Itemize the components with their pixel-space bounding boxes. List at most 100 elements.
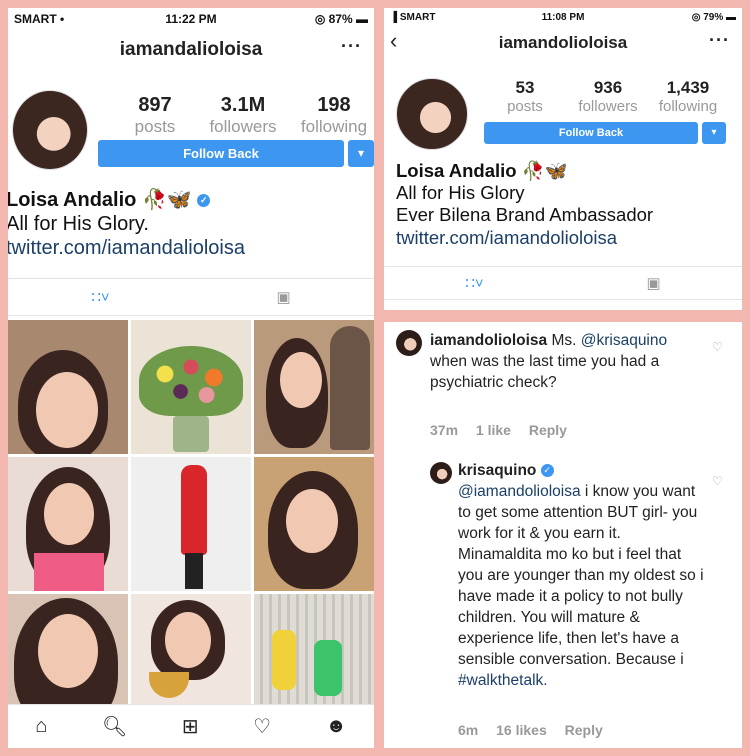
- photo-face: [165, 612, 211, 668]
- comment-body: i know you want to get some attention BU…: [458, 483, 704, 668]
- bio-line: All for His Glory: [396, 182, 525, 204]
- comment-prefix: Ms.: [547, 332, 577, 349]
- food-bowl: [149, 672, 189, 698]
- grid-view-icon[interactable]: ∷˅: [465, 274, 483, 292]
- profile-link[interactable]: twitter.com/iamandalioloisa: [8, 236, 374, 260]
- grid-photo[interactable]: [8, 320, 128, 454]
- photo-face: [286, 489, 338, 553]
- home-icon[interactable]: ⌂: [35, 715, 47, 738]
- like-heart-icon[interactable]: ♡: [712, 340, 723, 354]
- comment-mention[interactable]: @krisaquino: [581, 332, 667, 349]
- stat-number: 936: [593, 78, 623, 97]
- comment-likes[interactable]: 1 like: [476, 422, 511, 438]
- comment-text: krisaquino ✓ @iamandolioloisa i know you…: [458, 460, 708, 691]
- commenter-avatar[interactable]: [430, 462, 452, 484]
- follow-back-button[interactable]: Follow Back: [98, 140, 344, 167]
- photo-face: [280, 352, 322, 408]
- profile-name: Loisa Andalio 🥀🦋 ✓: [8, 188, 374, 212]
- page-title: iamandalioloisa: [119, 39, 263, 60]
- red-dress-figure: [181, 465, 207, 555]
- like-heart-icon[interactable]: ♡: [712, 474, 723, 488]
- follow-back-button[interactable]: Follow Back: [484, 122, 698, 144]
- photo-face: [38, 614, 98, 688]
- reply-button[interactable]: Reply: [565, 722, 603, 738]
- more-options-icon[interactable]: ···: [341, 36, 362, 57]
- grid-photo[interactable]: [131, 320, 251, 454]
- battery-indicator: ◎ 79% ▬: [691, 11, 736, 23]
- reply-button[interactable]: Reply: [529, 422, 567, 438]
- stat-posts[interactable]: 53 posts: [490, 78, 560, 115]
- grid-view-icon[interactable]: ∷˅: [91, 288, 109, 306]
- status-bar: ▐ SMART 11:08 PM ◎ 79% ▬: [384, 8, 742, 26]
- stat-label: following: [658, 98, 718, 115]
- comment-username[interactable]: krisaquino: [458, 462, 536, 479]
- comment-likes[interactable]: 16 likes: [496, 722, 547, 738]
- search-icon[interactable]: 🔍︎: [102, 714, 127, 739]
- profile-icon[interactable]: ☻: [326, 715, 347, 738]
- add-icon[interactable]: ⊞: [182, 714, 199, 739]
- verified-badge-icon: ✓: [540, 464, 554, 478]
- stat-following[interactable]: 198 following: [294, 94, 374, 137]
- profile-name: Loisa Andalio 🥀🦋: [396, 160, 568, 181]
- comment-mention[interactable]: @iamandolioloisa: [458, 483, 581, 500]
- profile-header: ‹ iamandolioloisa ···: [384, 26, 742, 60]
- profile-tabs: ∷˅ ▣: [384, 266, 742, 300]
- status-bar: SMART • 11:22 PM ◎ 87% ▬: [8, 8, 374, 30]
- green-figure: [314, 640, 342, 696]
- page-title: iamandolioloisa: [498, 33, 628, 52]
- stat-following[interactable]: 1,439 following: [652, 78, 724, 115]
- figure-legs: [185, 553, 203, 589]
- carrier-label: ▐ SMART: [390, 11, 436, 23]
- left-profile-screenshot: SMART • 11:22 PM ◎ 87% ▬ iamandalioloisa…: [8, 8, 374, 748]
- tagged-icon[interactable]: ▣: [276, 288, 290, 306]
- verified-badge-icon: ✓: [197, 194, 211, 208]
- dropdown-button[interactable]: ▾: [348, 140, 374, 167]
- heart-icon[interactable]: ♡: [253, 714, 271, 739]
- stat-number: 897: [138, 94, 172, 116]
- tulip-bouquet: [139, 346, 243, 416]
- grid-photo[interactable]: [254, 320, 374, 454]
- companion-figure: [330, 326, 370, 450]
- photo-grid: [8, 320, 374, 728]
- grid-photo[interactable]: [131, 457, 251, 591]
- bottom-navigation: ⌂ 🔍︎ ⊞ ♡ ☻: [8, 704, 374, 748]
- profile-link[interactable]: twitter.com/iamandolioloisa: [396, 227, 740, 249]
- comment-body: when was the last time you had a psychia…: [430, 353, 660, 391]
- grid-photo[interactable]: [254, 457, 374, 591]
- stat-label: following: [300, 117, 368, 136]
- comment-text: iamandolioloisa Ms. @krisaquino when was…: [430, 330, 708, 393]
- comment-meta: 37m 1 like Reply: [430, 422, 581, 438]
- grid-photo[interactable]: [8, 457, 128, 591]
- stat-followers[interactable]: 936 followers: [570, 78, 646, 115]
- comment-hashtag[interactable]: #walkthetalk.: [458, 672, 548, 689]
- profile-tabs: ∷˅ ▣: [8, 278, 374, 316]
- stat-label: followers: [578, 98, 638, 115]
- bio-line: All for His Glory.: [8, 213, 149, 235]
- battery-indicator: ◎ 87% ▬: [314, 12, 368, 26]
- stat-label: posts: [507, 98, 543, 115]
- dropdown-button[interactable]: ▾: [702, 122, 726, 144]
- photo-face: [36, 372, 98, 448]
- commenter-avatar[interactable]: [396, 330, 422, 356]
- more-options-icon[interactable]: ···: [709, 30, 730, 51]
- stat-label: followers: [209, 117, 277, 136]
- comment-username[interactable]: iamandolioloisa: [430, 332, 547, 349]
- stat-followers[interactable]: 3.1M followers: [200, 94, 286, 137]
- comment-time: 6m: [458, 722, 479, 738]
- bio-line: Ever Bilena Brand Ambassador: [396, 204, 654, 226]
- comment-time: 37m: [430, 422, 459, 438]
- vase: [173, 416, 209, 452]
- avatar[interactable]: [396, 78, 468, 150]
- stat-number: 1,439: [666, 78, 710, 97]
- right-profile-screenshot: ▐ SMART 11:08 PM ◎ 79% ▬ ‹ iamandolioloi…: [384, 8, 742, 310]
- stat-number: 198: [317, 94, 351, 116]
- avatar[interactable]: [12, 90, 88, 170]
- stat-posts[interactable]: 897 posts: [120, 94, 190, 137]
- pink-top: [34, 553, 104, 591]
- tagged-icon[interactable]: ▣: [646, 274, 660, 292]
- profile-header: iamandalioloisa ···: [8, 30, 374, 70]
- stat-number: 53: [515, 78, 535, 97]
- profile-bio: Loisa Andalio 🥀🦋 All for His Glory Ever …: [396, 160, 740, 249]
- back-arrow-icon[interactable]: ‹: [390, 28, 397, 54]
- carrier-label: SMART •: [14, 12, 65, 26]
